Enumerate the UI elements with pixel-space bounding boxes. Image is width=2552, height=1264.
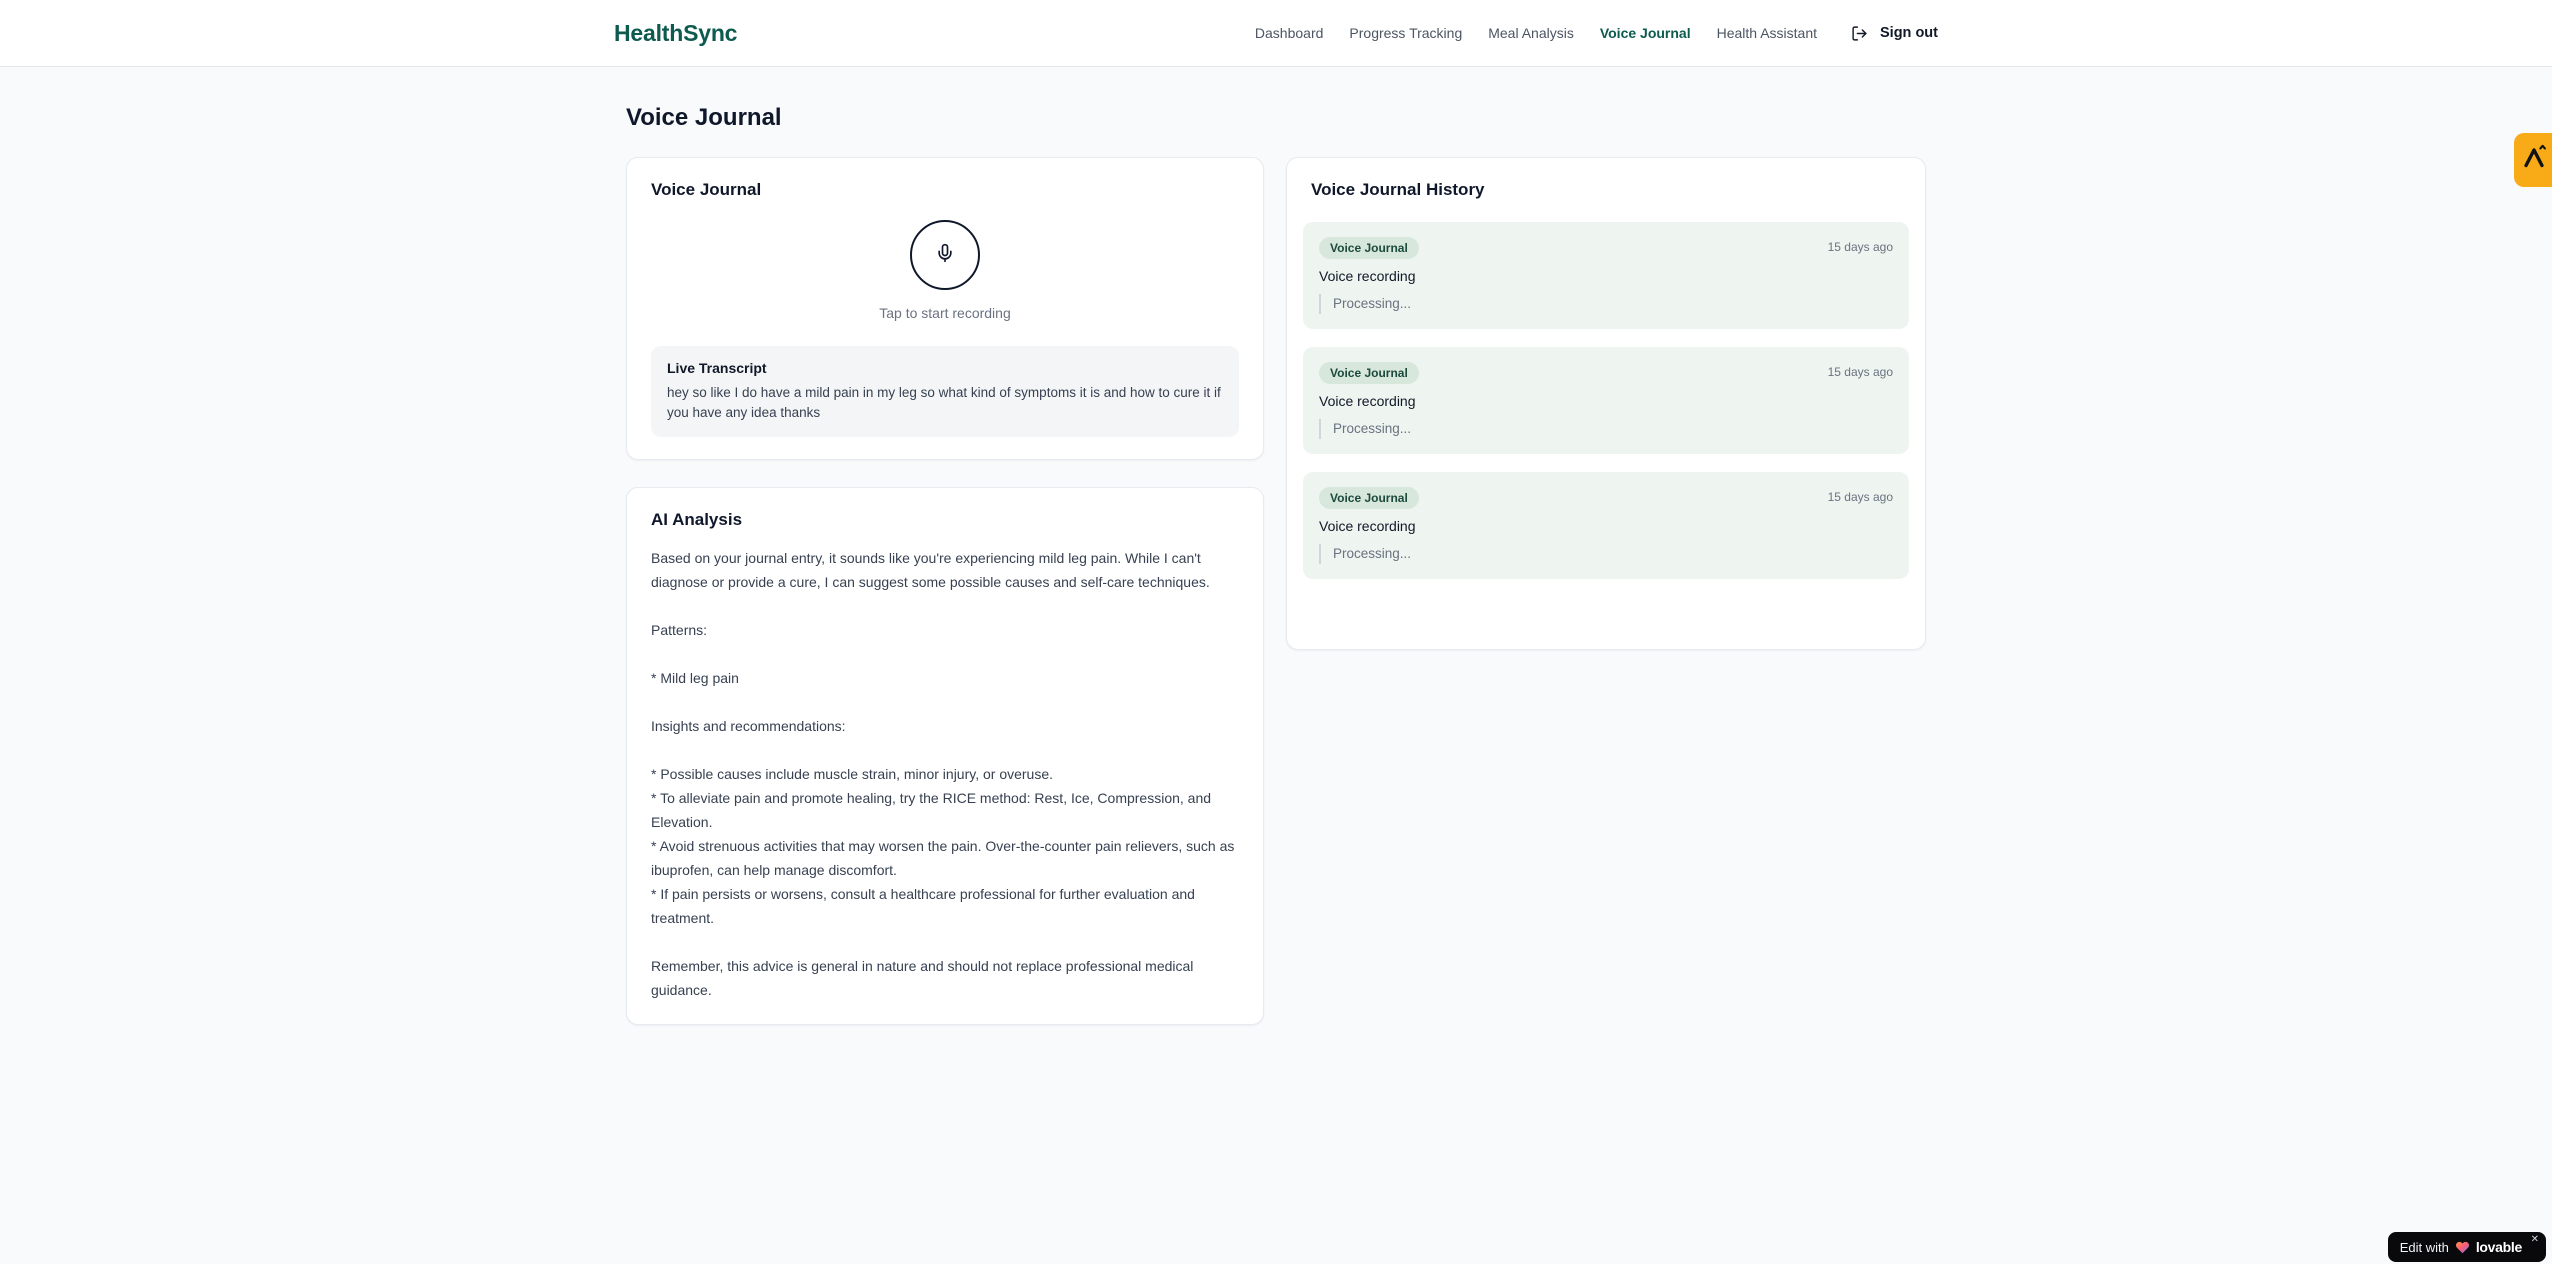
sign-out-button[interactable]: Sign out: [1851, 25, 1938, 42]
entry-status: Processing...: [1319, 294, 1893, 314]
entry-status: Processing...: [1319, 544, 1893, 564]
history-list: Voice Journal 15 days ago Voice recordin…: [1303, 222, 1909, 579]
entry-timestamp: 15 days ago: [1827, 240, 1893, 254]
ai-analysis-body: Based on your journal entry, it sounds l…: [651, 550, 1235, 998]
sign-out-label: Sign out: [1880, 25, 1938, 41]
entry-label: Voice recording: [1319, 518, 1416, 534]
main-nav: Dashboard Progress Tracking Meal Analysi…: [1255, 25, 1938, 42]
app-logo[interactable]: HealthSync: [614, 20, 737, 47]
entry-label: Voice recording: [1319, 268, 1416, 284]
gradient-heart-icon: [2455, 1240, 2470, 1255]
nav-item-voice-journal[interactable]: Voice Journal: [1600, 25, 1691, 41]
page-title: Voice Journal: [626, 104, 782, 131]
nav-item-dashboard[interactable]: Dashboard: [1255, 25, 1324, 41]
history-entry[interactable]: Voice Journal 15 days ago Voice recordin…: [1303, 472, 1909, 579]
nav-item-meal-analysis[interactable]: Meal Analysis: [1488, 25, 1574, 41]
feedback-side-tab[interactable]: [2514, 133, 2552, 187]
entry-type-badge: Voice Journal: [1319, 237, 1419, 259]
ai-analysis-card: AI Analysis Based on your journal entry,…: [626, 487, 1264, 1025]
entry-type-badge: Voice Journal: [1319, 487, 1419, 509]
close-icon[interactable]: ✕: [2531, 1234, 2539, 1245]
history-entry[interactable]: Voice Journal 15 days ago Voice recordin…: [1303, 347, 1909, 454]
history-panel-title: Voice Journal History: [1311, 180, 1485, 199]
app-header: HealthSync Dashboard Progress Tracking M…: [0, 0, 2552, 67]
entry-timestamp: 15 days ago: [1827, 365, 1893, 379]
lovable-badge-prefix: Edit with: [2399, 1239, 2449, 1255]
edit-with-lovable-badge[interactable]: Edit with lovable ✕: [2387, 1232, 2546, 1262]
entry-label: Voice recording: [1319, 393, 1416, 409]
live-transcript-text: hey so like I do have a mild pain in my …: [667, 385, 1221, 420]
history-entry[interactable]: Voice Journal 15 days ago Voice recordin…: [1303, 222, 1909, 329]
entry-type-badge: Voice Journal: [1319, 362, 1419, 384]
live-transcript-box: Live Transcript hey so like I do have a …: [651, 346, 1239, 437]
record-button[interactable]: [910, 220, 980, 290]
main-content: Voice Journal Voice Journal Tap to start…: [626, 67, 1926, 1025]
microphone-icon: [935, 243, 955, 268]
recorder-card-title: Voice Journal: [651, 180, 762, 199]
log-out-icon: [1851, 25, 1868, 42]
voice-journal-history-panel: Voice Journal History Voice Journal 15 d…: [1286, 157, 1926, 650]
voice-recorder-card: Voice Journal Tap to start recording Liv…: [626, 157, 1264, 460]
live-transcript-label: Live Transcript: [667, 360, 767, 376]
entry-timestamp: 15 days ago: [1827, 490, 1893, 504]
ai-analysis-title: AI Analysis: [651, 510, 743, 529]
entry-status: Processing...: [1319, 419, 1893, 439]
lovable-badge-brand: lovable: [2475, 1239, 2522, 1255]
peak-logo-icon: [2519, 143, 2549, 178]
tap-to-record-hint: Tap to start recording: [879, 305, 1011, 321]
nav-item-progress-tracking[interactable]: Progress Tracking: [1349, 25, 1462, 41]
nav-item-health-assistant[interactable]: Health Assistant: [1717, 25, 1817, 41]
